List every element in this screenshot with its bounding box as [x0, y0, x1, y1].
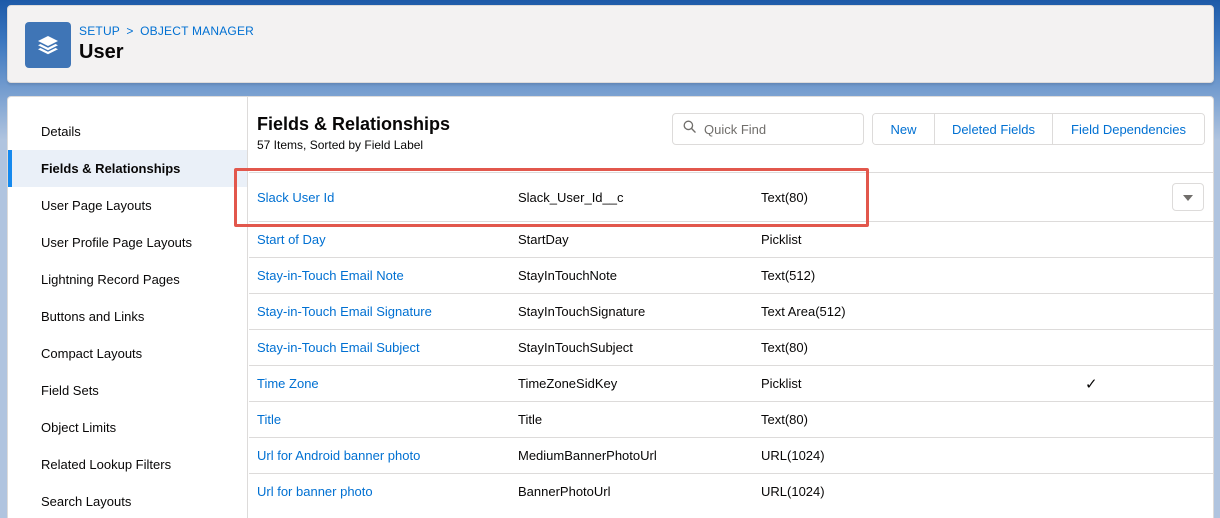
search-icon [683, 120, 696, 138]
sidebar-item-buttons-and-links[interactable]: Buttons and Links [8, 298, 247, 335]
section-subtitle: 57 Items, Sorted by Field Label [257, 138, 424, 152]
field-label-link[interactable]: Url for Android banner photo [257, 438, 420, 473]
field-data-type: Picklist [761, 232, 802, 247]
table-row: Slack User Id Slack_User_Id__c Text(80) [249, 172, 1213, 221]
quick-find-search[interactable] [672, 113, 864, 145]
field-data-type: Text(512) [761, 268, 816, 283]
checkmark-icon: ✓ [1085, 375, 1098, 393]
table-row: Time Zone TimeZoneSidKey Picklist ✓ [249, 365, 1213, 401]
page-title: User [79, 41, 124, 63]
sidebar-item-user-page-layouts[interactable]: User Page Layouts [8, 187, 247, 224]
sidebar-item-object-limits[interactable]: Object Limits [8, 409, 247, 446]
row-actions-button[interactable] [1172, 183, 1204, 211]
new-button[interactable]: New [873, 114, 935, 144]
breadcrumb: SETUP > OBJECT MANAGER [79, 24, 254, 38]
field-api-name: Slack_User_Id__c [518, 189, 624, 205]
field-label-link[interactable]: Slack User Id [257, 173, 334, 221]
sidebar-item-label: User Profile Page Layouts [41, 235, 193, 250]
page-header: SETUP > OBJECT MANAGER User [7, 5, 1214, 83]
field-api-name: StayInTouchNote [518, 268, 618, 283]
sidebar-item-search-layouts[interactable]: Search Layouts [8, 483, 247, 518]
sidebar-item-label: Details [41, 124, 81, 139]
field-api-name: StartDay [518, 232, 569, 247]
sidebar-item-lightning-record-pages[interactable]: Lightning Record Pages [8, 261, 247, 298]
sidebar-item-label: Buttons and Links [41, 309, 145, 324]
field-label-link[interactable]: Url for banner photo [257, 474, 373, 509]
sidebar-item-compact-layouts[interactable]: Compact Layouts [8, 335, 247, 372]
action-button-group: New Deleted Fields Field Dependencies [872, 113, 1205, 145]
field-data-type: Text(80) [761, 340, 808, 355]
field-dependencies-button[interactable]: Field Dependencies [1053, 114, 1204, 144]
sidebar-item-details[interactable]: Details [8, 113, 247, 150]
deleted-fields-button[interactable]: Deleted Fields [935, 114, 1053, 144]
field-api-name: MediumBannerPhotoUrl [518, 448, 657, 463]
field-data-type: Text(80) [761, 412, 808, 427]
field-label-link[interactable]: Time Zone [257, 366, 319, 401]
sidebar-item-related-lookup-filters[interactable]: Related Lookup Filters [8, 446, 247, 483]
layers-icon [25, 22, 71, 68]
field-label-link[interactable]: Stay-in-Touch Email Signature [257, 294, 432, 329]
sidebar-item-label: Lightning Record Pages [41, 272, 180, 287]
sidebar-item-label: User Page Layouts [41, 198, 152, 213]
field-label-link[interactable]: Stay-in-Touch Email Subject [257, 330, 420, 365]
sidebar-item-label: Related Lookup Filters [41, 457, 172, 472]
table-row: Stay-in-Touch Email Note StayInTouchNote… [249, 257, 1213, 293]
breadcrumb-separator: > [126, 24, 134, 38]
field-data-type: Picklist [761, 376, 802, 391]
field-api-name: StayInTouchSignature [518, 304, 646, 319]
fields-content: Fields & Relationships 57 Items, Sorted … [249, 97, 1213, 518]
field-data-type: Text(80) [761, 189, 808, 205]
field-label-link[interactable]: Stay-in-Touch Email Note [257, 258, 404, 293]
field-data-type: Text Area(512) [761, 304, 846, 319]
chevron-down-icon [1182, 190, 1194, 205]
table-row: Title Title Text(80) [249, 401, 1213, 437]
field-label-link[interactable]: Title [257, 402, 281, 437]
sidebar-item-label: Fields & Relationships [41, 161, 181, 176]
sidebar: Details Fields & Relationships User Page… [8, 97, 248, 518]
sidebar-item-label: Field Sets [41, 383, 99, 398]
breadcrumb-object-manager-link[interactable]: OBJECT MANAGER [140, 24, 254, 38]
table-row: Stay-in-Touch Email Subject StayInTouchS… [249, 329, 1213, 365]
fields-table: Slack User Id Slack_User_Id__c Text(80) … [249, 172, 1213, 509]
quick-find-input[interactable] [704, 121, 854, 137]
table-row: Url for banner photo BannerPhotoUrl URL(… [249, 473, 1213, 509]
field-api-name: TimeZoneSidKey [518, 376, 618, 391]
sidebar-item-label: Compact Layouts [41, 346, 143, 361]
breadcrumb-setup-link[interactable]: SETUP [79, 24, 120, 38]
field-label-link[interactable]: Start of Day [257, 222, 326, 257]
section-title: Fields & Relationships [257, 114, 451, 134]
table-row: Start of Day StartDay Picklist [249, 221, 1213, 257]
field-data-type: URL(1024) [761, 484, 825, 499]
field-api-name: StayInTouchSubject [518, 340, 633, 355]
sidebar-item-label: Search Layouts [41, 494, 132, 509]
table-row: Stay-in-Touch Email Signature StayInTouc… [249, 293, 1213, 329]
sidebar-item-user-profile-page-layouts[interactable]: User Profile Page Layouts [8, 224, 247, 261]
sidebar-item-field-sets[interactable]: Field Sets [8, 372, 247, 409]
sidebar-item-fields-relationships[interactable]: Fields & Relationships [8, 150, 247, 187]
field-api-name: Title [518, 412, 543, 427]
sidebar-item-label: Object Limits [41, 420, 117, 435]
table-row: Url for Android banner photo MediumBanne… [249, 437, 1213, 473]
field-data-type: URL(1024) [761, 448, 825, 463]
main-panel: Details Fields & Relationships User Page… [7, 96, 1214, 518]
field-api-name: BannerPhotoUrl [518, 484, 611, 499]
